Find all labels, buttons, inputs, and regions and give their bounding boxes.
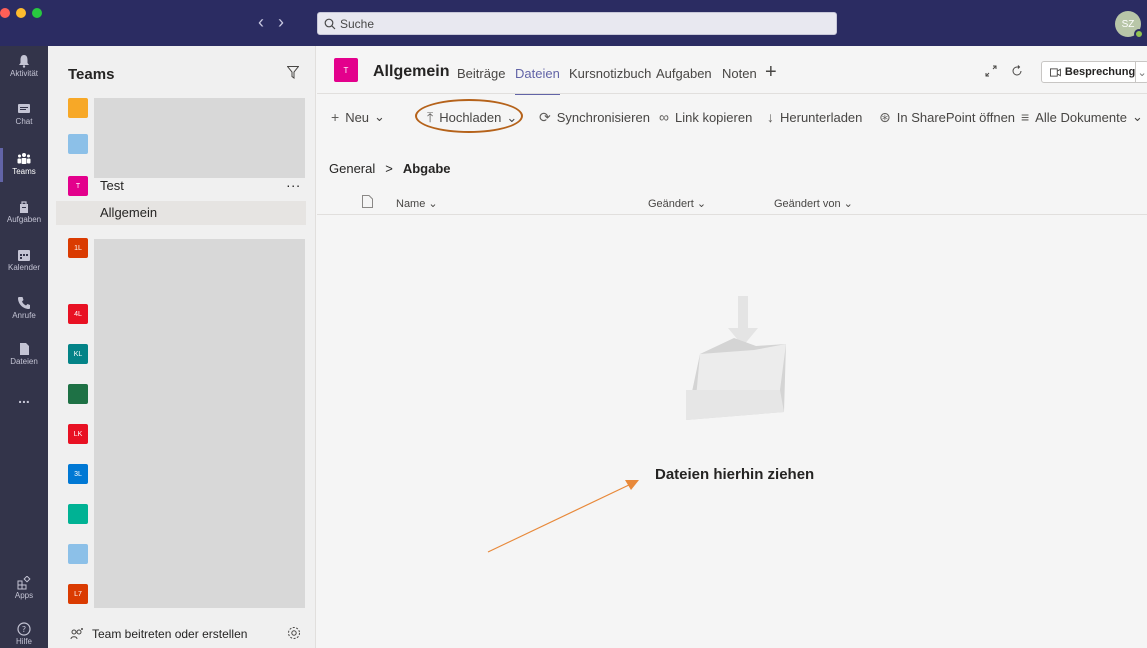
- rail-item-calls[interactable]: Anrufe: [0, 296, 48, 320]
- apps-icon: [17, 576, 31, 590]
- rail-item-assignments[interactable]: Aufgaben: [0, 200, 48, 224]
- rail-item-help[interactable]: ? Hilfe: [0, 622, 48, 646]
- search-input[interactable]: Suche: [317, 12, 837, 35]
- title-bar: ‹ › Suche SZ: [0, 0, 1147, 46]
- forward-arrow-icon[interactable]: ›: [278, 12, 284, 33]
- window-controls: [0, 8, 42, 18]
- app-rail: Aktivität Chat Teams Aufgaben Kalender A…: [0, 46, 48, 648]
- annotation-arrow: [487, 480, 639, 553]
- team-avatar[interactable]: [68, 384, 88, 404]
- teams-panel: Teams T Test ... Allgemein 1L 4L KL LK 3…: [48, 46, 316, 648]
- team-avatar[interactable]: [68, 134, 88, 154]
- channel-item-allgemein[interactable]: Allgemein: [56, 201, 306, 225]
- team-avatar[interactable]: T: [68, 176, 88, 196]
- team-name[interactable]: Test: [100, 178, 124, 193]
- rail-item-label: Apps: [14, 591, 34, 600]
- close-window-button[interactable]: [0, 8, 10, 18]
- search-placeholder: Suche: [340, 16, 375, 31]
- team-avatar[interactable]: 1L: [68, 238, 88, 258]
- rail-item-label: Anrufe: [12, 311, 36, 320]
- svg-text:?: ?: [22, 625, 26, 634]
- help-icon: ?: [17, 622, 31, 636]
- team-avatar[interactable]: [68, 98, 88, 118]
- rail-more-button[interactable]: ...: [0, 390, 48, 406]
- presence-status-badge: [1134, 29, 1144, 39]
- rail-item-calendar[interactable]: Kalender: [0, 248, 48, 272]
- teams-header: Teams: [68, 66, 115, 83]
- assignments-icon: [20, 201, 28, 213]
- main-content: T Allgemein Beiträge Dateien Kursnotizbu…: [317, 46, 1147, 648]
- rail-item-apps[interactable]: Apps: [0, 576, 48, 600]
- calendar-icon: [18, 250, 30, 261]
- team-avatar[interactable]: 3L: [68, 464, 88, 484]
- join-team-label: Team beitreten oder erstellen: [92, 627, 248, 641]
- rail-item-files[interactable]: Dateien: [0, 342, 48, 366]
- rail-item-label: Kalender: [7, 263, 41, 272]
- bell-icon: [19, 55, 29, 68]
- rail-item-label: Teams: [12, 167, 36, 176]
- chat-icon: [18, 104, 30, 113]
- rail-item-teams[interactable]: Teams: [0, 148, 48, 182]
- filter-icon[interactable]: [287, 66, 299, 79]
- minimize-window-button[interactable]: [16, 8, 26, 18]
- rail-item-label: Aufgaben: [6, 215, 42, 224]
- more-options-icon[interactable]: ...: [286, 174, 301, 190]
- team-avatar[interactable]: [68, 504, 88, 524]
- settings-icon[interactable]: [287, 626, 301, 640]
- rail-item-label: Hilfe: [15, 637, 32, 646]
- phone-icon: [18, 297, 30, 309]
- team-avatar[interactable]: KL: [68, 344, 88, 364]
- back-arrow-icon[interactable]: ‹: [258, 12, 264, 33]
- rail-item-label: Aktivität: [9, 69, 38, 78]
- rail-item-label: Chat: [15, 117, 33, 126]
- history-navigation: ‹ ›: [258, 12, 284, 33]
- team-avatar[interactable]: L7: [68, 584, 88, 604]
- add-people-icon: [70, 628, 83, 640]
- team-avatar[interactable]: LK: [68, 424, 88, 444]
- maximize-window-button[interactable]: [32, 8, 42, 18]
- team-avatar[interactable]: 4L: [68, 304, 88, 324]
- more-icon: ...: [18, 390, 30, 406]
- rail-item-label: Dateien: [10, 357, 38, 366]
- avatar-initials: SZ: [1121, 18, 1135, 30]
- rail-item-chat[interactable]: Chat: [0, 102, 48, 126]
- redacted-team-names: [94, 239, 305, 608]
- team-avatar[interactable]: [68, 544, 88, 564]
- search-icon: [324, 18, 336, 29]
- rail-item-activity[interactable]: Aktivität: [0, 54, 48, 78]
- join-team-button[interactable]: Team beitreten oder erstellen: [70, 627, 247, 641]
- file-icon: [20, 343, 29, 355]
- redacted-team-names: [94, 98, 305, 178]
- teams-icon: [17, 153, 31, 164]
